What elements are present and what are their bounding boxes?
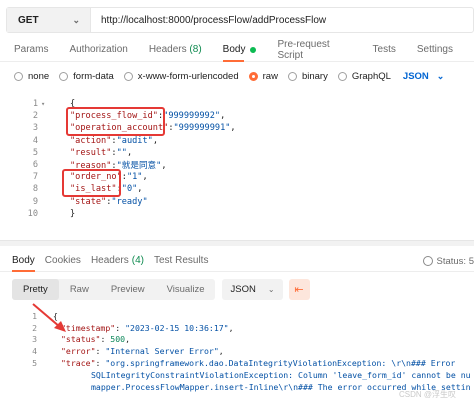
- tab-cookies[interactable]: Cookies: [45, 250, 81, 272]
- tab-authorization[interactable]: Authorization: [69, 38, 127, 62]
- response-body-viewer: 1{ 2 "timestamp": "2023-02-15 10:36:17", …: [0, 310, 474, 400]
- radio-circle-icon: [287, 71, 297, 81]
- view-preview[interactable]: Preview: [100, 279, 156, 300]
- tab-pre-request-script[interactable]: Pre-request Script: [277, 38, 351, 62]
- highlight-box: [62, 169, 121, 197]
- view-mode-segmented: Pretty Raw Preview Visualize: [12, 279, 216, 300]
- pane-splitter[interactable]: [0, 240, 474, 246]
- tab-settings[interactable]: Settings: [417, 38, 453, 62]
- request-tabs: Params Authorization Headers (8) Body Pr…: [0, 38, 474, 62]
- chevron-down-icon: ⌄: [72, 14, 80, 25]
- wrap-lines-icon[interactable]: ⇤: [288, 279, 310, 300]
- request-body-editor[interactable]: 1{ 2 "process_flow_id":"999999992", 3 "ope…: [0, 96, 474, 226]
- highlight-box: [66, 107, 165, 136]
- code-line: 10}: [27, 208, 76, 219]
- radio-raw[interactable]: raw: [248, 71, 278, 82]
- view-visualize[interactable]: Visualize: [156, 279, 216, 300]
- annotation-arrow-icon: [32, 303, 66, 332]
- radio-x-www-form-urlencoded[interactable]: x-www-form-urlencoded: [123, 71, 239, 82]
- radio-circle-icon: [59, 71, 69, 81]
- view-raw[interactable]: Raw: [59, 279, 100, 300]
- tab-body[interactable]: Body: [222, 38, 257, 62]
- tab-response-headers[interactable]: Headers (4): [91, 250, 144, 272]
- radio-circle-icon: [14, 71, 23, 81]
- url-bar: GET ⌄ http://localhost:8000/processFlow/…: [6, 7, 474, 33]
- tab-headers[interactable]: Headers (8): [149, 38, 202, 62]
- url-input[interactable]: http://localhost:8000/processFlow/addPro…: [91, 8, 473, 32]
- response-tabs: Body Cookies Headers (4) Test Results: [0, 250, 474, 272]
- response-format-select[interactable]: JSON ⌄: [222, 279, 283, 300]
- code-line: 1{: [32, 99, 76, 110]
- watermark: CSDN @浮生叹: [398, 390, 456, 399]
- response-line: 4 "error": "Internal Server Error",: [32, 346, 224, 357]
- fold-arrow-icon[interactable]: ▾: [41, 100, 47, 108]
- radio-circle-icon: [337, 71, 347, 81]
- radio-selected-icon: [248, 71, 258, 81]
- response-line: 3 "status": 500,: [32, 334, 131, 345]
- code-line: 4 "action":"audit",: [32, 135, 158, 146]
- response-status: Status: 5: [422, 250, 474, 272]
- tab-response-body[interactable]: Body: [12, 250, 35, 272]
- view-pretty[interactable]: Pretty: [12, 279, 59, 300]
- tab-test-results[interactable]: Test Results: [154, 250, 208, 272]
- radio-none[interactable]: none: [14, 71, 49, 82]
- tab-tests[interactable]: Tests: [373, 38, 396, 62]
- method-select[interactable]: GET ⌄: [7, 8, 91, 32]
- radio-circle-icon: [123, 71, 133, 81]
- chevron-down-icon: ⌄: [267, 285, 275, 294]
- radio-binary[interactable]: binary: [287, 71, 328, 82]
- status-label: Status: 5: [436, 255, 474, 267]
- code-line: 9 "state":"ready": [32, 196, 148, 207]
- response-line: 5 "trace": "org.springframework.dao.DataI…: [32, 358, 456, 369]
- language-select[interactable]: JSON ⌄: [403, 71, 444, 82]
- method-label: GET: [18, 14, 39, 26]
- radio-graphql[interactable]: GraphQL: [337, 71, 391, 82]
- code-line: 5 "result":"",: [32, 147, 133, 158]
- response-line: SQLIntegrityConstraintViolationException…: [91, 369, 471, 380]
- response-view-toolbar: Pretty Raw Preview Visualize JSON ⌄ ⇤: [12, 279, 310, 300]
- chevron-down-icon: ⌄: [436, 70, 445, 81]
- body-type-selector: none form-data x-www-form-urlencoded raw…: [14, 68, 444, 84]
- tab-params[interactable]: Params: [14, 38, 48, 62]
- globe-icon[interactable]: [422, 256, 433, 266]
- radio-form-data[interactable]: form-data: [59, 71, 114, 82]
- modified-dot-icon: [250, 46, 257, 53]
